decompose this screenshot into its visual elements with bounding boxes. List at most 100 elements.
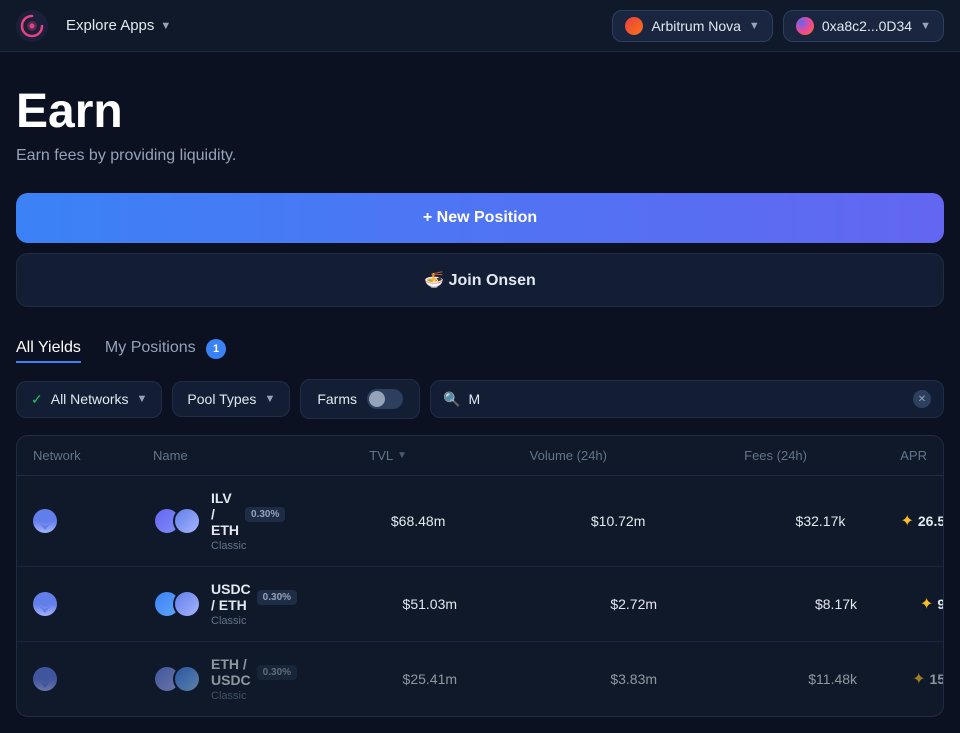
action-buttons: + New Position 🍜 Join Onsen	[16, 193, 944, 307]
row3-token-b-icon	[173, 665, 201, 693]
fees-header-label: Fees (24h)	[744, 448, 807, 463]
col-apr[interactable]: APR	[807, 448, 927, 463]
filters-bar: ✓ All Networks ▼ Pool Types ▼ Farms 🔍 ✕	[16, 379, 944, 419]
row2-tvl-value: $51.03m	[403, 596, 457, 612]
row1-type: Classic	[211, 540, 285, 552]
wallet-button[interactable]: 0xa8c2...0D34 ▼	[783, 10, 944, 42]
toggle-knob	[369, 391, 385, 407]
name-header-label: Name	[153, 448, 188, 463]
yield-tabs: All Yields My Positions 1	[16, 335, 944, 363]
col-volume[interactable]: Volume (24h)	[407, 448, 607, 463]
header-left: Explore Apps ▼	[16, 10, 181, 42]
network-name: Arbitrum Nova	[651, 18, 740, 34]
pool-types-label: Pool Types	[187, 391, 256, 407]
row1-fee-badge: 0.30%	[245, 507, 285, 522]
all-yields-label: All Yields	[16, 339, 81, 356]
explore-apps-label: Explore Apps	[66, 17, 154, 34]
row2-token-icons	[153, 590, 201, 618]
col-fees[interactable]: Fees (24h)	[607, 448, 807, 463]
tab-my-positions[interactable]: My Positions 1	[105, 335, 226, 363]
row1-network	[33, 509, 153, 533]
col-network: Network	[33, 448, 153, 463]
row3-tvl-value: $25.41m	[403, 671, 457, 687]
explore-apps-button[interactable]: Explore Apps ▼	[56, 11, 181, 40]
row3-pair: ETH / USDC	[211, 656, 251, 688]
search-input[interactable]	[468, 391, 905, 407]
row2-type: Classic	[211, 615, 297, 627]
row1-token-icons	[153, 507, 201, 535]
row2-fees: $8.17k	[657, 596, 857, 612]
row2-tvl: $51.03m	[297, 596, 457, 612]
row1-fees-value: $32.17k	[796, 513, 846, 529]
volume-header-label: Volume (24h)	[530, 448, 607, 463]
row3-name-info: ETH / USDC 0.30% Classic	[211, 656, 297, 702]
row3-fees: $11.48k	[657, 671, 857, 687]
row3-name: ETH / USDC 0.30% Classic	[153, 656, 297, 702]
row3-apr-value: 15.53%	[930, 671, 944, 687]
tvl-sort-icon: ▼	[397, 450, 407, 461]
search-box: 🔍 ✕	[430, 380, 944, 418]
row3-apr: ✦ 15.53%	[857, 669, 944, 689]
row3-type: Classic	[211, 690, 297, 702]
wallet-chevron-icon: ▼	[920, 20, 931, 32]
row1-apr: ✦ 26.53%	[845, 511, 944, 531]
farms-label: Farms	[317, 391, 357, 407]
row1-token-b-icon	[173, 507, 201, 535]
col-name: Name	[153, 448, 247, 463]
row1-tvl-value: $68.48m	[391, 513, 445, 529]
row3-token-icons	[153, 665, 201, 693]
explore-chevron-icon: ▼	[160, 20, 171, 32]
row2-token-b-icon	[173, 590, 201, 618]
page-subtitle: Earn fees by providing liquidity.	[16, 147, 944, 165]
eth-network-icon	[33, 667, 57, 691]
pool-types-filter[interactable]: Pool Types ▼	[172, 381, 290, 417]
farms-toggle[interactable]: Farms	[300, 379, 420, 419]
row2-fees-value: $8.17k	[815, 596, 857, 612]
network-selector[interactable]: Arbitrum Nova ▼	[612, 10, 772, 42]
row2-pair: USDC / ETH	[211, 581, 251, 613]
table-row[interactable]: USDC / ETH 0.30% Classic $51.03m $2.72m …	[17, 567, 943, 642]
row2-star-icon: ✦	[920, 594, 933, 614]
tvl-header-label: TVL	[369, 448, 393, 463]
row2-network	[33, 592, 153, 616]
row1-name-info: ILV / ETH 0.30% Classic	[211, 490, 285, 552]
page-title: Earn	[16, 84, 944, 139]
row1-star-icon: ✦	[900, 511, 913, 531]
row1-volume: $10.72m	[445, 513, 645, 529]
pool-types-chevron-icon: ▼	[264, 393, 275, 405]
network-header-label: Network	[33, 448, 81, 463]
row1-volume-value: $10.72m	[591, 513, 645, 529]
row2-volume-value: $2.72m	[610, 596, 657, 612]
table-row[interactable]: ILV / ETH 0.30% Classic $68.48m $10.72m …	[17, 476, 943, 567]
tab-all-yields[interactable]: All Yields	[16, 335, 81, 363]
row1-fees: $32.17k	[645, 513, 845, 529]
row2-apr-value: 9.07%	[937, 596, 944, 612]
table-header: Network Name TVL ▼ Volume (24h) Fees (24…	[17, 436, 943, 476]
search-icon: 🔍	[443, 391, 460, 408]
join-onsen-button[interactable]: 🍜 Join Onsen	[16, 253, 944, 307]
my-positions-label: My Positions	[105, 339, 196, 356]
wallet-avatar	[796, 17, 814, 35]
main-content: Earn Earn fees by providing liquidity. +…	[0, 52, 960, 733]
header-right: Arbitrum Nova ▼ 0xa8c2...0D34 ▼	[612, 10, 944, 42]
col-tvl[interactable]: TVL ▼	[247, 448, 407, 463]
row3-fees-value: $11.48k	[808, 671, 857, 687]
row2-name-info: USDC / ETH 0.30% Classic	[211, 581, 297, 627]
row1-apr-value: 26.53%	[918, 513, 944, 529]
farms-switch[interactable]	[367, 389, 403, 409]
networks-chevron-icon: ▼	[137, 393, 148, 405]
row2-fee-badge: 0.30%	[257, 590, 297, 605]
row3-star-icon: ✦	[912, 669, 925, 689]
row2-volume: $2.72m	[457, 596, 657, 612]
clear-search-button[interactable]: ✕	[913, 390, 931, 408]
eth-network-icon	[33, 509, 57, 533]
all-networks-filter[interactable]: ✓ All Networks ▼	[16, 381, 162, 418]
table-row[interactable]: ETH / USDC 0.30% Classic $25.41m $3.83m …	[17, 642, 943, 716]
header: Explore Apps ▼ Arbitrum Nova ▼ 0xa8c2...…	[0, 0, 960, 52]
new-position-button[interactable]: + New Position	[16, 193, 944, 243]
all-networks-label: All Networks	[51, 391, 129, 407]
apr-header-label: APR	[900, 448, 927, 463]
row1-name: ILV / ETH 0.30% Classic	[153, 490, 285, 552]
my-positions-badge: 1	[206, 339, 226, 359]
network-chevron-icon: ▼	[749, 20, 760, 32]
